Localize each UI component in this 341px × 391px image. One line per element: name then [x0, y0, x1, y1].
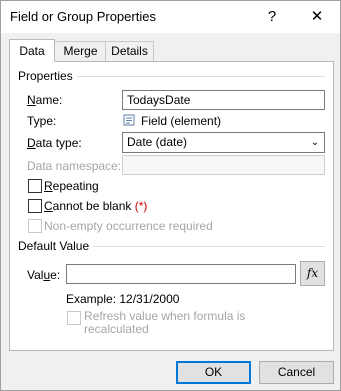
- repeating-label[interactable]: Repeating: [44, 179, 99, 193]
- help-button[interactable]: ?: [249, 1, 295, 33]
- repeating-checkbox[interactable]: [28, 179, 42, 193]
- data-namespace-field: [122, 155, 325, 175]
- field-properties-dialog: Field or Group Properties ? ✕ Data Merge…: [0, 0, 341, 391]
- tab-details[interactable]: Details: [105, 41, 154, 61]
- title-bar: Field or Group Properties ? ✕: [1, 1, 340, 33]
- non-empty-occurrence-label: Non-empty occurrence required: [44, 219, 213, 233]
- data-namespace-label: Data namespace:: [27, 159, 122, 173]
- tab-merge[interactable]: Merge: [54, 41, 107, 61]
- cannot-be-blank-label[interactable]: Cannot be blank (*): [44, 199, 147, 213]
- data-type-label: Data type:: [27, 136, 82, 150]
- tab-data[interactable]: Data: [9, 39, 55, 62]
- cannot-be-blank-checkbox[interactable]: [28, 199, 42, 213]
- default-value-field[interactable]: [66, 264, 296, 284]
- data-tab-panel: Properties Name: TodaysDate Type: Field …: [9, 61, 334, 351]
- example-text: Example: 12/31/2000: [66, 292, 180, 306]
- cancel-button[interactable]: Cancel: [259, 361, 334, 384]
- value-label: Value:: [27, 268, 61, 282]
- properties-section-title: Properties: [18, 69, 77, 83]
- type-value: Field (element): [141, 114, 222, 128]
- name-label: Name:: [27, 93, 63, 107]
- field-element-icon: [123, 114, 135, 126]
- ok-button[interactable]: OK: [176, 361, 251, 384]
- refresh-value-checkbox: [67, 311, 81, 325]
- dialog-title: Field or Group Properties: [10, 9, 156, 24]
- name-field[interactable]: TodaysDate: [122, 90, 325, 110]
- close-button[interactable]: ✕: [294, 1, 340, 33]
- non-empty-occurrence-checkbox: [28, 219, 42, 233]
- chevron-down-icon[interactable]: ⌄: [306, 133, 324, 152]
- formula-button[interactable]: fx: [300, 261, 325, 286]
- default-value-section-title: Default Value: [18, 239, 94, 253]
- data-type-select[interactable]: Date (date) ⌄: [122, 132, 325, 153]
- type-label: Type:: [27, 114, 57, 128]
- refresh-value-label: Refresh value when formula is recalculat…: [84, 309, 246, 336]
